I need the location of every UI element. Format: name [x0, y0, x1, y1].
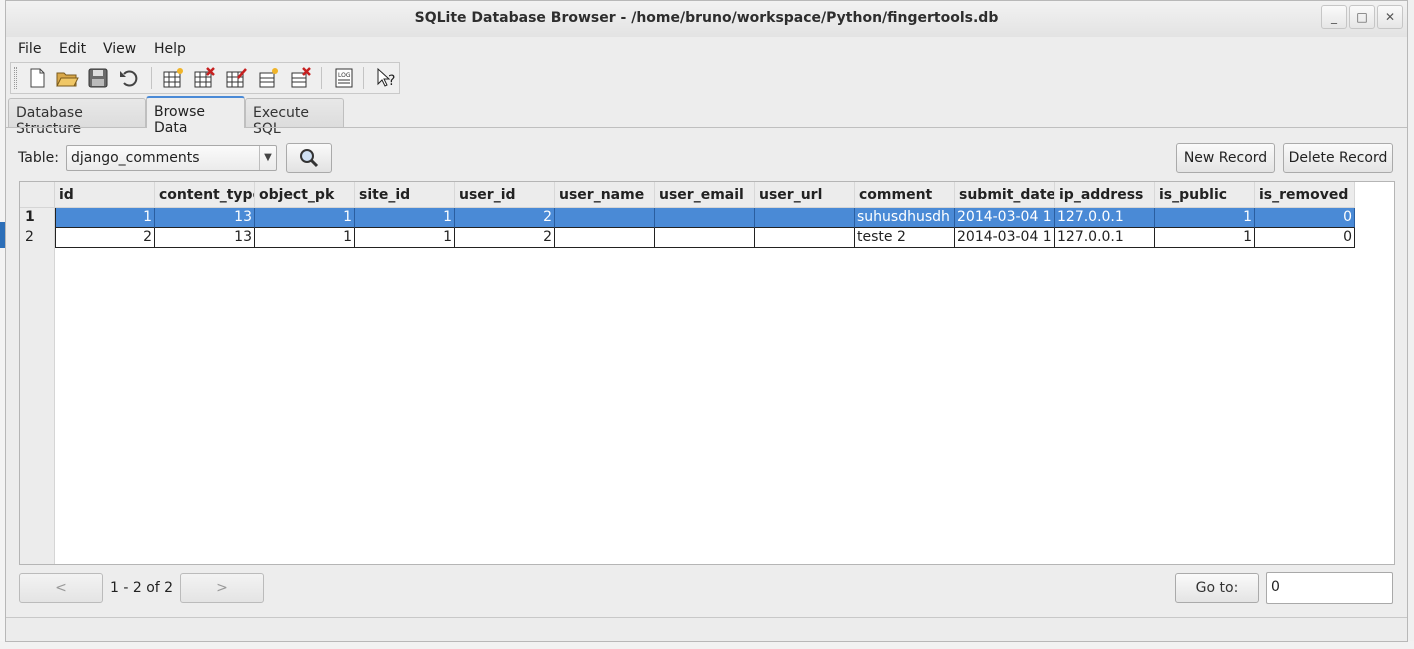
column-header[interactable]: is_public	[1155, 182, 1255, 208]
maximize-button[interactable]: □	[1349, 5, 1375, 29]
column-header[interactable]: id	[55, 182, 155, 208]
table-cell[interactable]: 2	[55, 228, 155, 248]
menu-edit[interactable]: Edit	[59, 41, 86, 57]
table-cell[interactable]: 1	[55, 208, 155, 228]
table-cell[interactable]: suhusdhusdh	[855, 208, 955, 228]
row-header[interactable]: 2	[20, 228, 55, 248]
status-bar	[6, 617, 1407, 641]
close-button[interactable]: ✕	[1377, 5, 1403, 29]
column-header[interactable]: comment	[855, 182, 955, 208]
toolbar-separator	[363, 67, 364, 89]
main-toolbar: LOG ?	[10, 62, 400, 94]
tab-browse-data[interactable]: Browse Data	[146, 96, 245, 136]
prev-page-button[interactable]: <	[19, 573, 103, 603]
table-cell[interactable]	[755, 228, 855, 248]
page-info: 1 - 2 of 2	[110, 580, 174, 596]
table-cell[interactable]: 1	[255, 208, 355, 228]
table-cell[interactable]: 1	[355, 228, 455, 248]
row-header[interactable]: 1	[20, 208, 55, 228]
create-index-icon[interactable]	[256, 66, 280, 90]
svg-text:?: ?	[388, 73, 395, 89]
desktop-background-bottom	[0, 641, 1414, 649]
table-label: Table:	[18, 150, 59, 166]
row-header-column	[20, 208, 55, 564]
table-cell[interactable]	[655, 208, 755, 228]
toolbar-separator	[151, 67, 152, 89]
table-cell[interactable]: 0	[1255, 208, 1355, 228]
table-cell[interactable]: 1	[355, 208, 455, 228]
delete-index-icon[interactable]	[288, 66, 312, 90]
chevron-down-icon[interactable]: ▼	[259, 146, 276, 170]
svg-text:LOG: LOG	[338, 72, 351, 79]
modify-table-icon[interactable]	[224, 66, 248, 90]
column-header[interactable]: submit_date	[955, 182, 1055, 208]
table-cell[interactable]: 1	[1155, 228, 1255, 248]
undo-icon[interactable]	[117, 66, 141, 90]
table-cell[interactable]: 0	[1255, 228, 1355, 248]
window-title: SQLite Database Browser - /home/bruno/wo…	[414, 10, 999, 26]
menu-view[interactable]: View	[103, 41, 136, 57]
create-table-icon[interactable]	[161, 66, 185, 90]
menu-bar: File Edit View Help	[6, 37, 1407, 61]
minimize-button[interactable]: _	[1321, 5, 1347, 29]
new-database-icon[interactable]	[25, 66, 49, 90]
browse-data-pane: Table: django_comments ▼ New Record Dele…	[6, 127, 1407, 617]
table-cell[interactable]: 2	[455, 208, 555, 228]
column-header[interactable]: content_type	[155, 182, 255, 208]
tab-bar: Database Structure Browse Data Execute S…	[6, 96, 1407, 137]
column-header[interactable]: is_removed	[1255, 182, 1355, 208]
table-cell[interactable]	[555, 228, 655, 248]
data-grid[interactable]: id content_type object_pk site_id user_id use…	[19, 181, 1395, 565]
search-icon	[300, 149, 319, 168]
table-cell[interactable]: 1	[1155, 208, 1255, 228]
grid-corner[interactable]	[20, 182, 55, 208]
tab-database-structure[interactable]: Database Structure	[8, 98, 146, 137]
column-header[interactable]: user_name	[555, 182, 655, 208]
table-cell[interactable]	[655, 228, 755, 248]
table-cell[interactable]: 1	[255, 228, 355, 248]
table-cell[interactable]: 127.0.0.1	[1055, 208, 1155, 228]
column-header[interactable]: site_id	[355, 182, 455, 208]
table-cell[interactable]: 13	[155, 208, 255, 228]
table-cell[interactable]: teste 2	[855, 228, 955, 248]
table-select-value: django_comments	[71, 150, 200, 166]
delete-table-icon[interactable]	[192, 66, 216, 90]
open-database-icon[interactable]	[55, 66, 79, 90]
table-cell[interactable]: 127.0.0.1	[1055, 228, 1155, 248]
tab-execute-sql[interactable]: Execute SQL	[245, 98, 344, 137]
sql-log-icon[interactable]: LOG	[332, 66, 356, 90]
goto-input[interactable]: 0	[1266, 572, 1393, 604]
title-bar[interactable]: SQLite Database Browser - /home/bruno/wo…	[6, 1, 1407, 37]
table-cell[interactable]: 2014-03-04 1	[955, 208, 1055, 228]
toolbar-separator	[321, 67, 322, 89]
app-window: SQLite Database Browser - /home/bruno/wo…	[5, 0, 1408, 642]
menu-help[interactable]: Help	[154, 41, 186, 57]
menu-file[interactable]: File	[18, 41, 41, 57]
column-header[interactable]: user_id	[455, 182, 555, 208]
delete-record-button[interactable]: Delete Record	[1283, 143, 1393, 173]
toolbar-grip[interactable]	[14, 67, 17, 89]
new-record-button[interactable]: New Record	[1176, 143, 1275, 173]
column-header[interactable]: object_pk	[255, 182, 355, 208]
table-cell[interactable]	[755, 208, 855, 228]
search-button[interactable]	[286, 143, 332, 173]
save-icon[interactable]	[86, 66, 110, 90]
column-header[interactable]: ip_address	[1055, 182, 1155, 208]
table-cell[interactable]: 2	[455, 228, 555, 248]
table-cell[interactable]: 2014-03-04 1	[955, 228, 1055, 248]
table-cell[interactable]: 13	[155, 228, 255, 248]
whats-this-icon[interactable]: ?	[375, 66, 399, 90]
column-header[interactable]: user_url	[755, 182, 855, 208]
next-page-button[interactable]: >	[180, 573, 264, 603]
column-header[interactable]: user_email	[655, 182, 755, 208]
goto-button[interactable]: Go to:	[1175, 573, 1259, 603]
table-select[interactable]: django_comments ▼	[66, 145, 277, 171]
table-cell[interactable]	[555, 208, 655, 228]
